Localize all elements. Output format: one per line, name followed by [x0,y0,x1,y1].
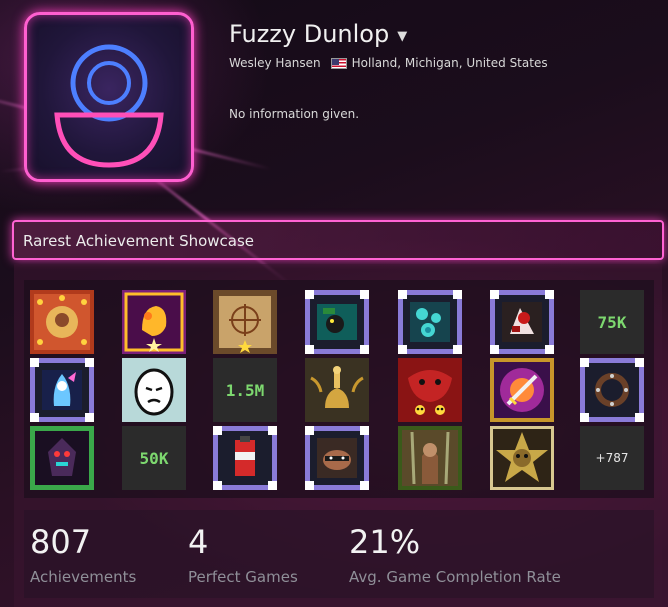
profile-summary: No information given. [229,107,360,121]
red-demon-skulls-icon[interactable] [398,358,462,422]
persona-name[interactable]: Fuzzy Dunlop ▼ [229,20,407,48]
egg-face-icon[interactable] [122,358,186,422]
golden-star-badge-icon[interactable] [490,426,554,490]
stat-label: Achievements [30,568,137,586]
avatar[interactable] [24,12,194,182]
showcase-title: Rarest Achievement Showcase [23,232,255,250]
real-name: Wesley Hansen [229,56,321,70]
brown-ring-icon[interactable] [580,358,644,422]
blue-spirit-icon[interactable] [30,358,94,422]
stat-value: 4 [188,523,209,561]
golden-lamp-icon[interactable] [305,358,369,422]
treasure-map-icon[interactable] [213,290,277,354]
showcase-header: Rarest Achievement Showcase [12,220,664,260]
avatar-logo-icon [54,44,164,168]
more-achievements-button[interactable]: +787 [580,426,644,490]
stats-bar: 807 Achievements 4 Perfect Games 21% Avg… [24,510,654,598]
achievement-tile-text[interactable]: 75K [580,290,644,354]
us-flag-icon [330,57,347,69]
army-insignia-icon[interactable] [30,290,94,354]
bloody-warrior-icon[interactable] [490,290,554,354]
purple-sword-icon[interactable] [490,358,554,422]
stat-completion-rate[interactable]: 21% Avg. Game Completion Rate [349,524,561,586]
location: Holland, Michigan, United States [330,56,548,70]
teal-crystals-icon[interactable] [398,290,462,354]
stat-label: Perfect Games [188,568,298,586]
stat-value: 807 [30,523,92,561]
achievement-tile-text[interactable]: 50K [122,426,186,490]
chevron-down-icon[interactable]: ▼ [397,29,407,44]
stat-perfect-games[interactable]: 4 Perfect Games [188,524,298,586]
location-text: Holland, Michigan, United States [351,56,548,70]
raccoon-icon[interactable] [305,426,369,490]
profile-meta: Wesley Hansen Holland, Michigan, United … [229,56,548,70]
stat-value: 21% [349,523,421,561]
frog-scene-icon[interactable] [305,290,369,354]
dark-robot-icon[interactable] [30,426,94,490]
red-bottle-icon[interactable] [213,426,277,490]
armored-soldier-icon[interactable] [398,426,462,490]
persona-name-text: Fuzzy Dunlop [229,20,390,48]
achievement-tile-text[interactable]: 1.5M [213,358,277,422]
golden-fist-icon[interactable] [122,290,186,354]
stat-achievements[interactable]: 807 Achievements [30,524,136,586]
stat-label: Avg. Game Completion Rate [349,568,561,586]
